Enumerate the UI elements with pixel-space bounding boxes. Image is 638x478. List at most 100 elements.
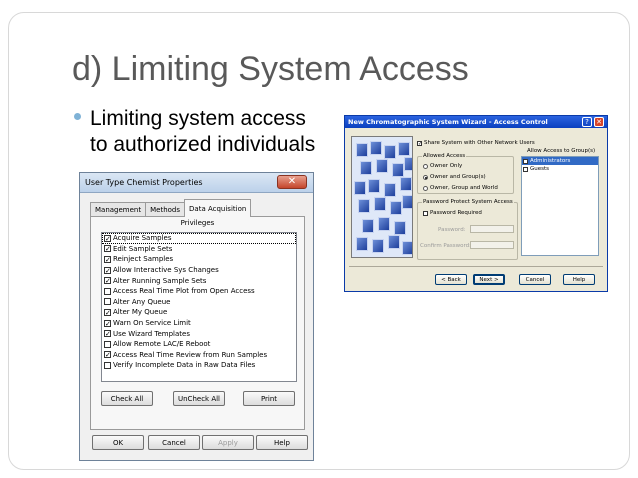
allow-access-groups-label: Allow Access to Group(s)	[527, 148, 596, 154]
share-system-checkbox[interactable]: Share System with Other Network Users	[417, 140, 535, 146]
group-access-list[interactable]: Administrators Guests	[521, 156, 599, 256]
tab-management[interactable]: Management	[90, 202, 147, 217]
cube-graphic	[372, 239, 384, 253]
cube-graphic	[358, 199, 370, 213]
wizard-cancel-button[interactable]: Cancel	[519, 274, 551, 285]
privilege-checkbox[interactable]	[104, 319, 111, 327]
tab-data-acquisition[interactable]: Data Acquisition	[184, 199, 252, 217]
privilege-label: Reinject Samples	[113, 255, 174, 264]
privilege-label: Alter Running Sample Sets	[113, 276, 207, 285]
cube-graphic	[356, 143, 368, 157]
privilege-item[interactable]: Access Real Time Review from Run Samples	[102, 350, 296, 361]
wizard-help-button[interactable]: Help	[563, 274, 595, 285]
tab-methods[interactable]: Methods	[145, 202, 186, 217]
cancel-button[interactable]: Cancel	[148, 435, 200, 450]
group-label: Guests	[530, 166, 550, 172]
back-button[interactable]: < Back	[435, 274, 467, 285]
privilege-label: Use Wizard Templates	[113, 329, 190, 338]
tab-strip: Management Methods Data Acquisition	[90, 199, 252, 217]
cube-graphic	[378, 217, 390, 231]
privilege-checkbox[interactable]	[104, 330, 111, 338]
privilege-checkbox[interactable]	[104, 308, 111, 316]
privilege-item[interactable]: Verify Incomplete Data in Raw Data Files	[102, 360, 296, 371]
radio-button[interactable]	[423, 163, 428, 169]
privilege-label: Access Real Time Plot from Open Access	[113, 287, 255, 296]
privilege-item[interactable]: Acquire Samples	[102, 233, 296, 244]
bullet-text: Limiting system access to authorized ind…	[90, 107, 316, 156]
privilege-checkbox[interactable]	[104, 277, 111, 285]
privilege-item[interactable]: Alter My Queue	[102, 307, 296, 318]
password-label: Password:	[438, 227, 466, 233]
list-item-administrators[interactable]: Administrators	[522, 157, 598, 165]
privilege-item[interactable]: Warn On Service Limit	[102, 318, 296, 329]
privilege-checkbox[interactable]	[104, 361, 111, 369]
privilege-checkbox[interactable]	[104, 255, 111, 263]
radio-button[interactable]	[423, 174, 428, 180]
password-field[interactable]	[470, 225, 514, 233]
privilege-checkbox[interactable]	[104, 266, 111, 274]
cube-graphic	[404, 157, 412, 171]
check-all-button[interactable]: Check All	[101, 391, 153, 406]
radio-label: Owner and Group(s)	[430, 174, 486, 180]
privilege-item[interactable]: Alter Any Queue	[102, 297, 296, 308]
password-required-checkbox[interactable]: Password Required	[423, 210, 482, 216]
radio-owner-group-world[interactable]: Owner, Group and World	[423, 185, 498, 191]
close-icon[interactable]: ✕	[594, 117, 604, 127]
group-checkbox[interactable]	[523, 158, 528, 164]
cube-graphic	[394, 221, 406, 235]
help-icon[interactable]: ?	[582, 117, 592, 127]
next-button[interactable]: Next >	[473, 274, 505, 285]
privilege-checkbox[interactable]	[104, 287, 111, 295]
left-dialog-title: User Type Chemist Properties	[85, 178, 203, 187]
privilege-checkbox[interactable]	[104, 340, 111, 348]
uncheck-all-button[interactable]: UnCheck All	[173, 391, 225, 406]
cube-graphic	[402, 195, 412, 209]
privilege-item[interactable]: Use Wizard Templates	[102, 328, 296, 339]
allowed-access-group: Allowed Access Owner Only Owner and Grou…	[417, 153, 514, 194]
cube-graphic	[400, 177, 412, 191]
privileges-list[interactable]: Acquire SamplesEdit Sample Sets Reinject …	[101, 232, 297, 382]
radio-owner-only[interactable]: Owner Only	[423, 163, 462, 169]
privilege-label: Allow Remote LAC/E Reboot	[113, 340, 211, 349]
share-checkbox-box[interactable]	[417, 140, 422, 146]
radio-owner-and-groups[interactable]: Owner and Group(s)	[423, 174, 486, 180]
cube-graphic	[390, 201, 402, 215]
help-button[interactable]: Help	[256, 435, 308, 450]
privilege-item[interactable]: Allow Remote LAC/E Reboot	[102, 339, 296, 350]
privilege-item[interactable]: Allow Interactive Sys Changes	[102, 265, 296, 276]
privilege-item[interactable]: Edit Sample Sets	[102, 244, 296, 255]
privilege-label: Alter My Queue	[113, 308, 168, 317]
apply-button[interactable]: Apply	[202, 435, 254, 450]
cube-graphic	[356, 237, 368, 251]
cube-graphic	[368, 179, 380, 193]
cube-graphic	[360, 161, 372, 175]
cube-graphic	[362, 219, 374, 233]
ok-button[interactable]: OK	[92, 435, 144, 450]
privilege-item[interactable]: Access Real Time Plot from Open Access	[102, 286, 296, 297]
privilege-checkbox[interactable]	[104, 234, 111, 242]
privilege-label: Edit Sample Sets	[113, 244, 173, 253]
privilege-label: Verify Incomplete Data in Raw Data Files	[113, 361, 256, 370]
privilege-item[interactable]: Reinject Samples	[102, 254, 296, 265]
privilege-label: Warn On Service Limit	[113, 319, 191, 328]
slide-title: d) Limiting System Access	[72, 50, 469, 88]
privilege-item[interactable]: Alter Running Sample Sets	[102, 275, 296, 286]
privilege-label: Allow Interactive Sys Changes	[113, 266, 219, 275]
cube-graphic	[392, 163, 404, 177]
confirm-password-field[interactable]	[470, 241, 514, 249]
cube-graphic	[384, 145, 396, 159]
privileges-label: Privileges	[180, 219, 215, 227]
wizard-titlebar[interactable]: New Chromatographic System Wizard - Acce…	[345, 116, 607, 128]
password-required-label: Password Required	[430, 210, 482, 216]
privilege-checkbox[interactable]	[104, 245, 111, 253]
radio-button[interactable]	[423, 185, 428, 191]
radio-label: Owner, Group and World	[430, 185, 498, 191]
privilege-checkbox[interactable]	[104, 351, 111, 359]
print-button[interactable]: Print	[243, 391, 295, 406]
cube-graphic	[388, 235, 400, 249]
group-checkbox[interactable]	[523, 166, 528, 172]
close-icon[interactable]: ✕	[277, 175, 307, 189]
password-required-box[interactable]	[423, 210, 428, 216]
list-item-guests[interactable]: Guests	[522, 165, 598, 173]
privilege-checkbox[interactable]	[104, 298, 111, 306]
